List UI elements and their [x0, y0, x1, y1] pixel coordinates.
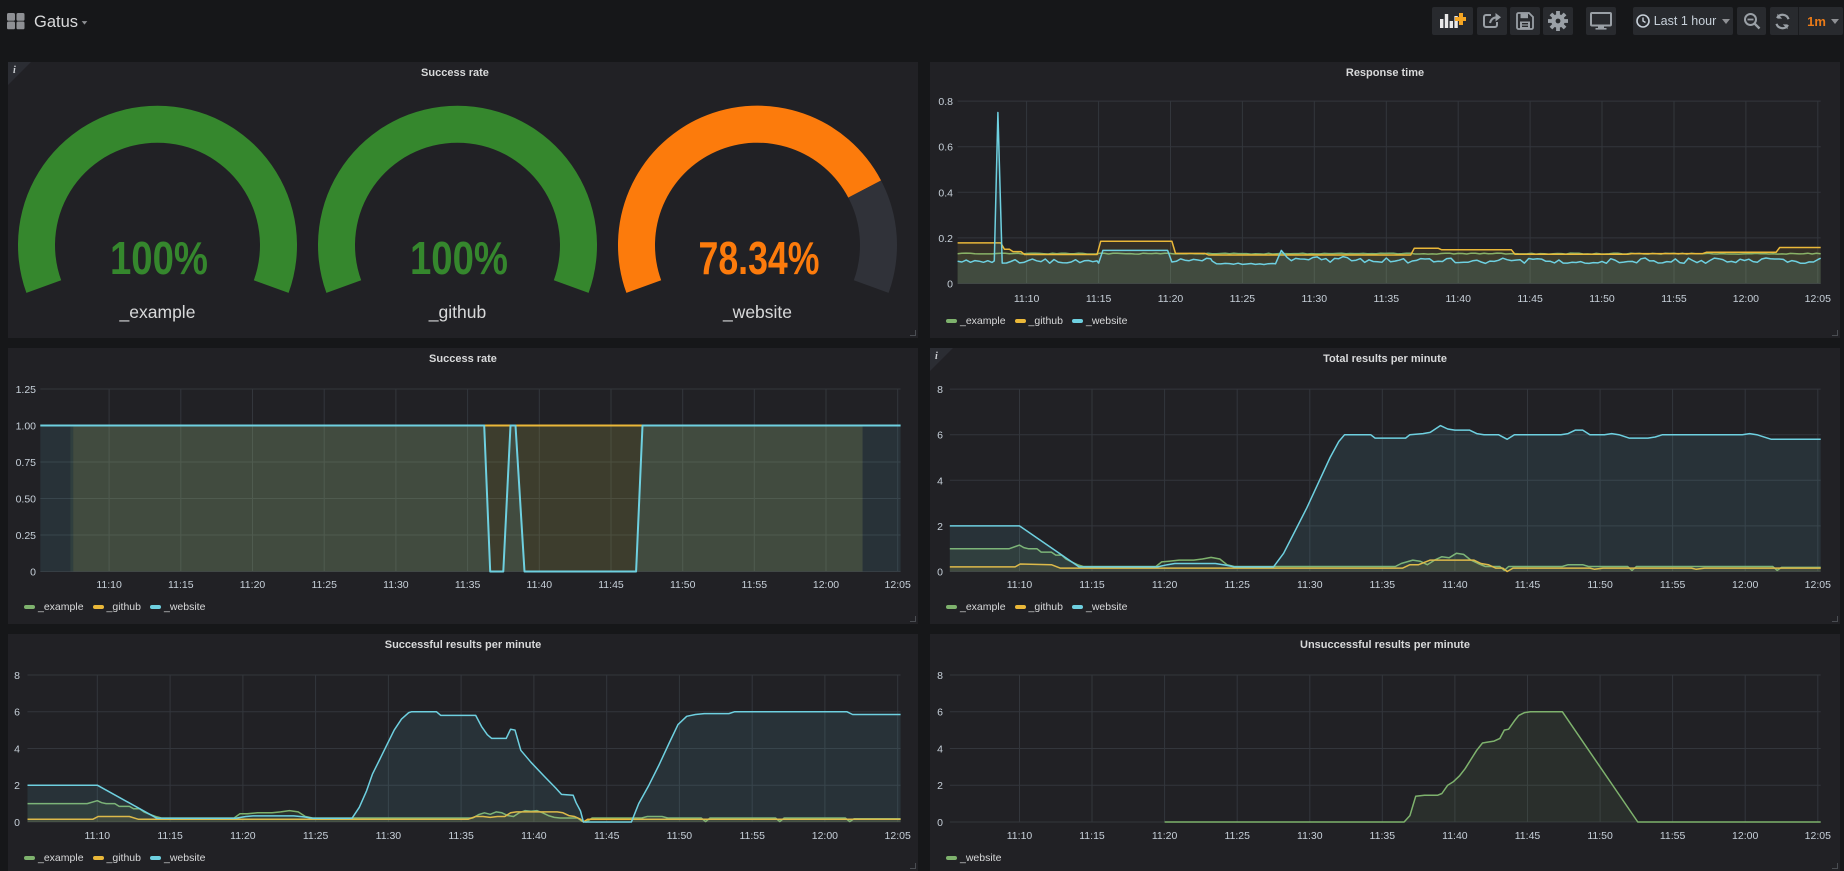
svg-text:11:35: 11:35 [455, 579, 481, 591]
svg-text:11:55: 11:55 [1660, 830, 1686, 842]
svg-text:11:40: 11:40 [1442, 830, 1468, 842]
svg-text:0: 0 [947, 279, 953, 291]
svg-text:1.00: 1.00 [16, 421, 37, 433]
svg-text:12:05: 12:05 [885, 579, 911, 591]
svg-text:12:05: 12:05 [1805, 293, 1831, 305]
svg-text:11:10: 11:10 [1007, 579, 1033, 591]
svg-text:11:50: 11:50 [670, 579, 696, 591]
svg-text:78.34%: 78.34% [699, 232, 820, 284]
svg-text:12:00: 12:00 [812, 830, 838, 842]
svg-text:2: 2 [937, 780, 943, 792]
svg-text:11:20: 11:20 [1152, 579, 1178, 591]
svg-text:0: 0 [30, 567, 36, 579]
svg-text:11:55: 11:55 [1660, 579, 1686, 591]
svg-text:4: 4 [937, 475, 943, 487]
svg-text:11:15: 11:15 [1079, 579, 1105, 591]
svg-text:2: 2 [937, 521, 943, 533]
svg-text:11:35: 11:35 [1374, 293, 1400, 305]
svg-text:11:50: 11:50 [667, 830, 693, 842]
svg-text:11:25: 11:25 [303, 830, 329, 842]
svg-text:8: 8 [937, 670, 943, 682]
svg-text:11:40: 11:40 [527, 579, 553, 591]
svg-text:6: 6 [937, 430, 943, 442]
svg-text:11:30: 11:30 [1297, 830, 1323, 842]
svg-text:0.25: 0.25 [16, 530, 37, 542]
svg-text:11:30: 11:30 [383, 579, 409, 591]
svg-text:11:50: 11:50 [1587, 579, 1613, 591]
svg-text:11:20: 11:20 [1158, 293, 1184, 305]
svg-text:11:40: 11:40 [1445, 293, 1471, 305]
svg-text:8: 8 [937, 384, 943, 396]
svg-text:12:05: 12:05 [1805, 830, 1831, 842]
svg-text:11:25: 11:25 [311, 579, 337, 591]
svg-text:4: 4 [937, 744, 943, 756]
svg-text:11:30: 11:30 [376, 830, 402, 842]
svg-text:11:10: 11:10 [85, 830, 111, 842]
svg-text:100%: 100% [110, 232, 208, 284]
svg-text:_example: _example [119, 302, 196, 323]
svg-text:6: 6 [14, 707, 20, 719]
svg-text:11:45: 11:45 [598, 579, 624, 591]
svg-text:8: 8 [14, 670, 20, 682]
svg-text:12:00: 12:00 [1733, 293, 1759, 305]
svg-text:11:25: 11:25 [1230, 293, 1256, 305]
svg-text:4: 4 [14, 744, 20, 756]
svg-text:0: 0 [937, 567, 943, 579]
svg-text:11:55: 11:55 [742, 579, 768, 591]
svg-text:11:10: 11:10 [1007, 830, 1033, 842]
svg-text:11:45: 11:45 [1515, 830, 1541, 842]
svg-text:100%: 100% [410, 232, 508, 284]
svg-text:0.6: 0.6 [938, 142, 953, 154]
svg-text:0.8: 0.8 [938, 96, 953, 108]
svg-text:11:45: 11:45 [594, 830, 620, 842]
svg-text:11:55: 11:55 [739, 830, 765, 842]
svg-text:11:20: 11:20 [1152, 830, 1178, 842]
svg-text:0: 0 [937, 817, 943, 829]
svg-text:11:10: 11:10 [1014, 293, 1040, 305]
svg-text:12:00: 12:00 [813, 579, 839, 591]
svg-text:12:05: 12:05 [1805, 579, 1831, 591]
svg-text:12:05: 12:05 [885, 830, 911, 842]
svg-text:11:15: 11:15 [1079, 830, 1105, 842]
svg-text:6: 6 [937, 707, 943, 719]
svg-text:11:50: 11:50 [1589, 293, 1615, 305]
svg-text:0.50: 0.50 [16, 494, 37, 506]
svg-text:11:45: 11:45 [1517, 293, 1543, 305]
svg-text:11:25: 11:25 [1224, 579, 1250, 591]
svg-text:11:10: 11:10 [96, 579, 122, 591]
svg-text:0.75: 0.75 [16, 457, 37, 469]
svg-text:11:20: 11:20 [240, 579, 266, 591]
svg-text:11:45: 11:45 [1515, 579, 1541, 591]
svg-text:0.4: 0.4 [938, 187, 953, 199]
svg-text:12:00: 12:00 [1732, 830, 1758, 842]
svg-text:11:50: 11:50 [1587, 830, 1613, 842]
svg-text:0: 0 [14, 817, 20, 829]
svg-text:11:15: 11:15 [1086, 293, 1112, 305]
svg-text:11:35: 11:35 [1370, 579, 1396, 591]
svg-text:11:25: 11:25 [1224, 830, 1250, 842]
svg-text:11:15: 11:15 [157, 830, 183, 842]
svg-text:11:30: 11:30 [1297, 579, 1323, 591]
svg-text:11:40: 11:40 [521, 830, 547, 842]
svg-text:12:00: 12:00 [1732, 579, 1758, 591]
svg-text:_website: _website [722, 302, 792, 323]
svg-text:11:40: 11:40 [1442, 579, 1468, 591]
svg-text:0.2: 0.2 [938, 233, 953, 245]
svg-text:11:15: 11:15 [168, 579, 194, 591]
svg-text:11:35: 11:35 [448, 830, 474, 842]
svg-text:2: 2 [14, 780, 20, 792]
svg-text:11:30: 11:30 [1302, 293, 1328, 305]
svg-text:_github: _github [428, 302, 486, 323]
svg-text:11:35: 11:35 [1370, 830, 1396, 842]
svg-text:11:20: 11:20 [230, 830, 256, 842]
svg-text:1.25: 1.25 [16, 384, 37, 396]
svg-text:11:55: 11:55 [1661, 293, 1687, 305]
